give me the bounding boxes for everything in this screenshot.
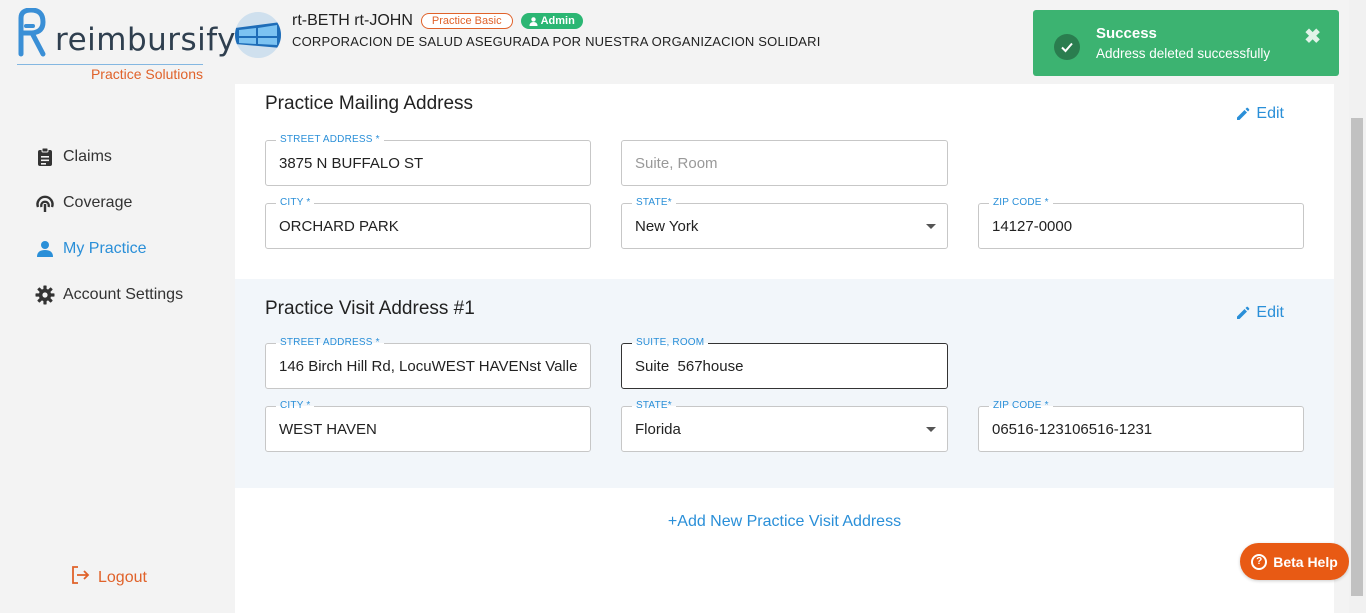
field-value: 146 Birch Hill Rd, LocuWEST HAVENst Vall… (279, 358, 578, 375)
field-value: 06516-123106516-1231 (992, 421, 1153, 438)
field-label: ZIP CODE * (989, 399, 1053, 413)
section-title: Practice Visit Address #1 (265, 298, 475, 319)
edit-mailing-button[interactable]: Edit (1236, 105, 1284, 123)
mailing-city-field[interactable]: CITY * ORCHARD PARK (265, 196, 591, 249)
field-value: 14127-0000 (992, 218, 1073, 235)
scrollbar-thumb[interactable] (1351, 118, 1363, 596)
field-value: Florida (635, 421, 681, 438)
practice-addresses-card: Practice Mailing Address Edit STREET ADD… (235, 84, 1334, 613)
visit-address-section: Practice Visit Address #1 Edit STREET AD… (235, 279, 1334, 488)
field-label: SUITE, ROOM (632, 336, 709, 350)
reimbursify-logo[interactable]: reimbursify Practice Solutions (15, 8, 236, 88)
field-value: WEST HAVEN (279, 421, 377, 438)
field-label: ZIP CODE * (989, 196, 1053, 210)
gear-icon (34, 284, 56, 306)
person-icon (34, 238, 56, 260)
logo-divider (17, 64, 203, 65)
close-icon[interactable]: ✖ (1304, 24, 1321, 49)
add-visit-address-button[interactable]: +Add New Practice Visit Address (235, 513, 1334, 531)
mailing-suite-field[interactable]: Suite, Room (621, 140, 948, 186)
visit-city-field[interactable]: CITY * WEST HAVEN (265, 399, 591, 452)
pencil-icon (1237, 107, 1250, 120)
question-icon: ? (1251, 553, 1268, 570)
success-toast: Success Address deleted successfully ✖ (1033, 10, 1339, 76)
visit-zip-field[interactable]: ZIP CODE * 06516-123106516-1231 (978, 399, 1304, 452)
logout-icon (70, 565, 90, 590)
field-value: New York (635, 218, 699, 235)
field-value: 3875 N BUFFALO ST (279, 155, 424, 172)
pencil-icon (1237, 306, 1250, 319)
dropdown-caret-icon (926, 224, 936, 229)
plus-icon: + (667, 513, 678, 530)
visit-state-select[interactable]: STATE* Florida (621, 399, 948, 452)
sidebar-item-label: Claims (63, 148, 112, 165)
sidebar-item-label: My Practice (63, 240, 147, 257)
visit-suite-field[interactable]: SUITE, ROOM Suite 567house (621, 336, 948, 389)
field-placeholder: Suite, Room (635, 155, 718, 172)
beta-help-button[interactable]: ? Beta Help (1240, 543, 1349, 580)
sidebar-item-label: Coverage (63, 194, 133, 211)
user-icon (529, 16, 538, 26)
dropdown-caret-icon (926, 427, 936, 432)
role-badge-label: Admin (540, 15, 575, 27)
field-value: ORCHARD PARK (279, 218, 399, 235)
visit-street-field[interactable]: STREET ADDRESS * 146 Birch Hill Rd, Locu… (265, 336, 591, 389)
mailing-street-field[interactable]: STREET ADDRESS * 3875 N BUFFALO ST (265, 133, 591, 186)
page-scrollbar[interactable] (1349, 0, 1366, 613)
coverage-icon (34, 192, 56, 214)
add-visit-address-label: Add New Practice Visit Address (677, 513, 902, 530)
field-label: STREET ADDRESS * (276, 133, 384, 147)
check-circle-icon (1054, 34, 1080, 60)
clipboard-icon (34, 146, 56, 168)
edit-visit-button[interactable]: Edit (1236, 304, 1284, 322)
sidebar-item-account-settings[interactable]: Account Settings (34, 272, 183, 318)
field-label: CITY * (276, 196, 315, 210)
field-label: STATE* (632, 196, 676, 210)
sidebar-item-my-practice[interactable]: My Practice (34, 226, 183, 272)
sidebar-nav: Claims Coverage My Practice Account Sett… (34, 134, 183, 318)
reimbursify-logo-mark (18, 8, 46, 57)
field-value: Suite 567house (635, 358, 744, 375)
organization-name: CORPORACION DE SALUD ASEGURADA POR NUEST… (292, 34, 821, 49)
edit-label: Edit (1256, 105, 1284, 122)
brand-tagline: Practice Solutions (90, 66, 203, 82)
field-label: STATE* (632, 399, 676, 413)
brand-name: reimbursify (55, 22, 236, 58)
mailing-state-select[interactable]: STATE* New York (621, 196, 948, 249)
sidebar: reimbursify Practice Solutions Claims Co… (0, 0, 236, 613)
mailing-address-section: Practice Mailing Address Edit STREET ADD… (235, 84, 1334, 279)
user-name-row: rt-BETH rt-JOHN Practice Basic Admin (292, 12, 583, 30)
user-name: rt-BETH rt-JOHN (292, 12, 413, 29)
field-label: CITY * (276, 399, 315, 413)
edit-label: Edit (1256, 304, 1284, 321)
logout-label: Logout (98, 568, 147, 586)
toast-title: Success (1096, 25, 1157, 42)
role-badge: Admin (520, 13, 583, 29)
sidebar-item-label: Account Settings (63, 286, 184, 303)
toast-message: Address deleted successfully (1096, 46, 1271, 61)
mailing-zip-field[interactable]: ZIP CODE * 14127-0000 (978, 196, 1304, 249)
beta-help-label: Beta Help (1273, 553, 1338, 570)
avatar[interactable] (235, 12, 281, 58)
sidebar-item-coverage[interactable]: Coverage (34, 180, 183, 226)
plan-badge: Practice Basic (420, 13, 513, 29)
section-title: Practice Mailing Address (265, 93, 474, 114)
logout-button[interactable]: Logout (70, 565, 147, 590)
field-label: STREET ADDRESS * (276, 336, 384, 350)
sidebar-item-claims[interactable]: Claims (34, 134, 183, 180)
